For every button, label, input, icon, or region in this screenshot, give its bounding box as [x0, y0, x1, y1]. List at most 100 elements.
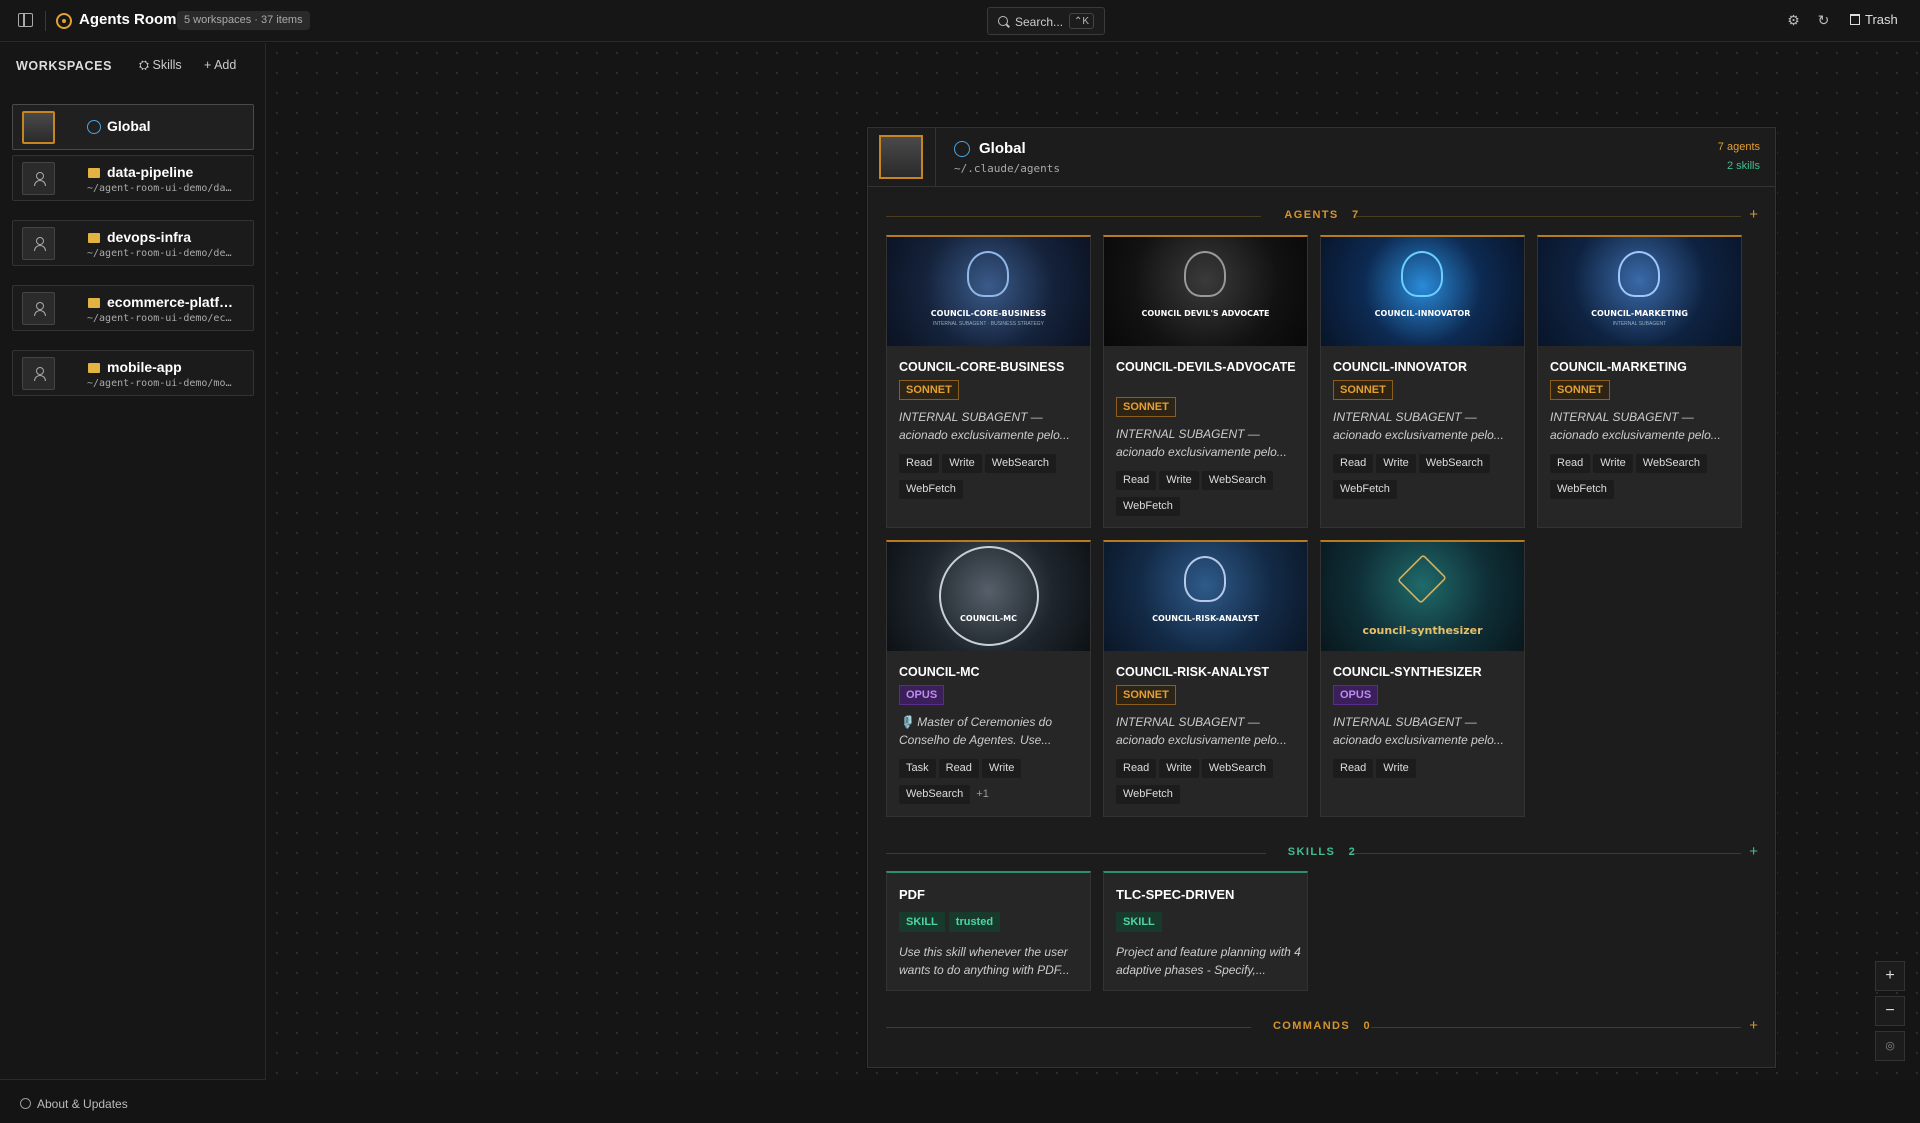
workspace-name: mobile-app	[107, 359, 182, 375]
tool-badge: Read	[1550, 454, 1591, 473]
tool-list: Read Write WebSearch WebFetch	[1333, 453, 1523, 505]
agent-avatar-image: COUNCIL-MC	[887, 542, 1090, 651]
workspace-canvas[interactable]: Global ~/.claude/agents 7 agents 2 skill…	[267, 43, 1920, 1080]
tool-badge: WebFetch	[1333, 480, 1397, 499]
agent-image-subtitle: INTERNAL SUBAGENT	[1612, 321, 1667, 327]
agent-description: INTERNAL SUBAGENT — acionado exclusivame…	[1116, 715, 1287, 747]
agent-name: COUNCIL-SYNTHESIZER	[1333, 665, 1482, 679]
workspace-thumbnail	[22, 227, 55, 260]
skill-name: TLC-SPEC-DRIVEN	[1116, 887, 1235, 902]
agent-card-council-devils-advocate[interactable]: COUNCIL DEVIL'S ADVOCATE COUNCIL-DEVILS-A…	[1103, 235, 1308, 528]
user-icon	[34, 172, 46, 186]
workspace-path: ~/agent-room-ui-demo/de…	[87, 248, 232, 259]
add-agent-button[interactable]: +	[1749, 206, 1758, 223]
about-updates-link[interactable]: About & Updates	[0, 1079, 266, 1123]
model-badge: SONNET	[1116, 685, 1176, 705]
skills-count: 2 skills	[1726, 160, 1760, 172]
search-icon	[998, 16, 1008, 26]
user-icon	[34, 302, 46, 316]
workspace-path: ~/.claude/agents	[954, 162, 1060, 175]
tool-badge: WebFetch	[1550, 480, 1614, 499]
gear-icon[interactable]: ⚙	[1786, 13, 1801, 28]
workspace-name: devops-infra	[107, 229, 192, 245]
workspace-thumbnail	[22, 111, 55, 144]
workspace-path: ~/agent-room-ui-demo/ec…	[87, 313, 232, 324]
tool-badge: Write	[1159, 471, 1199, 490]
agent-image-title: council-synthesizer	[1362, 624, 1483, 637]
agent-name: COUNCIL-MC	[899, 665, 980, 679]
agent-avatar-image: COUNCIL-MARKETING INTERNAL SUBAGENT	[1538, 237, 1741, 346]
sidebar-item-devops-infra[interactable]: devops-infra ~/agent-room-ui-demo/de…	[12, 220, 254, 266]
commands-section-count: 0	[1363, 1020, 1372, 1032]
add-label: Add	[214, 58, 237, 72]
model-badge: OPUS	[899, 685, 945, 705]
agent-name: COUNCIL-CORE-BUSINESS	[899, 360, 1065, 374]
globe-icon	[87, 120, 101, 134]
zoom-out-button[interactable]: −	[1875, 996, 1905, 1026]
agent-card-council-core-business[interactable]: COUNCIL-CORE-BUSINESS INTERNAL SUBAGENT ·…	[886, 235, 1091, 528]
model-badge: OPUS	[1333, 685, 1379, 705]
tool-badge: Write	[1376, 759, 1416, 778]
workspace-header: Global ~/.claude/agents 7 agents 2 skill…	[868, 128, 1775, 187]
commands-section-header: COMMANDS 0 +	[886, 1017, 1758, 1034]
skill-description: Use this skill whenever the user wants t…	[899, 945, 1070, 977]
agent-card-council-synthesizer[interactable]: council-synthesizer COUNCIL-SYNTHESIZER OP…	[1320, 540, 1525, 817]
skill-badge: SKILL	[1116, 912, 1162, 932]
tool-badge: Write	[942, 454, 982, 473]
workspace-thumbnail[interactable]	[879, 135, 923, 179]
sidebar: WORKSPACES ⛭ Skills + Add Global data-pi…	[0, 43, 266, 1111]
tool-badge: Read	[938, 759, 979, 778]
add-skill-button[interactable]: +	[1749, 843, 1758, 860]
folder-icon	[88, 298, 100, 308]
globe-icon	[954, 141, 970, 157]
agent-card-council-mc[interactable]: COUNCIL-MC COUNCIL-MC OPUS 🎙️ Master of Cer…	[886, 540, 1091, 817]
agent-description: INTERNAL SUBAGENT — acionado exclusivame…	[1550, 410, 1721, 442]
agent-card-council-marketing[interactable]: COUNCIL-MARKETING INTERNAL SUBAGENT COUNCI…	[1537, 235, 1742, 528]
agents-section-count: 7	[1352, 209, 1360, 221]
sidebar-toggle-icon[interactable]	[18, 13, 33, 27]
skill-card-pdf[interactable]: PDF SKILL trusted Use this skill whenever…	[886, 871, 1091, 991]
top-bar: Agents Room 5 workspaces · 37 items Sear…	[0, 0, 1920, 42]
workspace-thumbnail	[22, 357, 55, 390]
add-workspace-button[interactable]: + Add	[204, 58, 236, 72]
refresh-icon[interactable]: ↻	[1816, 13, 1831, 28]
folder-icon	[88, 168, 100, 178]
agent-card-council-risk-analyst[interactable]: COUNCIL-RISK-ANALYST COUNCIL-RISK-ANALYST…	[1103, 540, 1308, 817]
sidebar-item-mobile-app[interactable]: mobile-app ~/agent-room-ui-demo/mo…	[12, 350, 254, 396]
agent-avatar-image: COUNCIL DEVIL'S ADVOCATE	[1104, 237, 1307, 346]
tool-list: Task Read Write WebSearch +1	[899, 758, 1089, 810]
agent-name: COUNCIL-MARKETING	[1550, 360, 1687, 374]
divider	[45, 11, 46, 31]
skills-section-label: SKILLS	[1287, 846, 1336, 858]
trash-button[interactable]: Trash	[1850, 12, 1898, 27]
sidebar-item-global[interactable]: Global	[12, 104, 254, 150]
skill-card-tlc-spec-driven[interactable]: TLC-SPEC-DRIVEN SKILL Project and featur…	[1103, 871, 1308, 991]
sidebar-item-data-pipeline[interactable]: data-pipeline ~/agent-room-ui-demo/da…	[12, 155, 254, 201]
search-button[interactable]: Search... ⌃K	[987, 7, 1105, 35]
skills-section-header: SKILLS 2 +	[886, 843, 1758, 860]
agent-name: COUNCIL-INNOVATOR	[1333, 360, 1468, 374]
agent-description: 🎙️ Master of Ceremonies do Conselho de A…	[899, 715, 1052, 747]
skills-button[interactable]: ⛭ Skills	[139, 58, 182, 73]
agent-description: INTERNAL SUBAGENT — acionado exclusivame…	[1333, 715, 1504, 747]
workspace-thumbnail	[22, 292, 55, 325]
workspace-thumbnail	[22, 162, 55, 195]
agent-avatar-image: council-synthesizer	[1321, 542, 1524, 651]
plus-icon: +	[204, 58, 215, 72]
search-placeholder: Search...	[1015, 15, 1064, 29]
zoom-in-button[interactable]: +	[1875, 961, 1905, 991]
tool-badge: Write	[1593, 454, 1633, 473]
sidebar-item-ecommerce-platform[interactable]: ecommerce-platf… ~/agent-room-ui-demo/ec…	[12, 285, 254, 331]
agent-image-title: COUNCIL-CORE-BUSINESS	[930, 309, 1047, 318]
commands-section-label: COMMANDS	[1272, 1020, 1351, 1032]
agent-image-title: COUNCIL-RISK-ANALYST	[1152, 614, 1259, 623]
user-icon	[34, 367, 46, 381]
agent-image-title: COUNCIL-MC	[960, 614, 1017, 623]
agent-card-council-innovator[interactable]: COUNCIL-INNOVATOR COUNCIL-INNOVATOR SONNET…	[1320, 235, 1525, 528]
more-tools-badge: +1	[976, 788, 989, 800]
fit-view-button[interactable]: ◎	[1875, 1031, 1905, 1061]
workspace-path: ~/agent-room-ui-demo/da…	[87, 183, 232, 194]
add-command-button[interactable]: +	[1749, 1017, 1758, 1034]
agent-image-title: COUNCIL-INNOVATOR	[1374, 309, 1471, 318]
divider	[935, 128, 936, 187]
